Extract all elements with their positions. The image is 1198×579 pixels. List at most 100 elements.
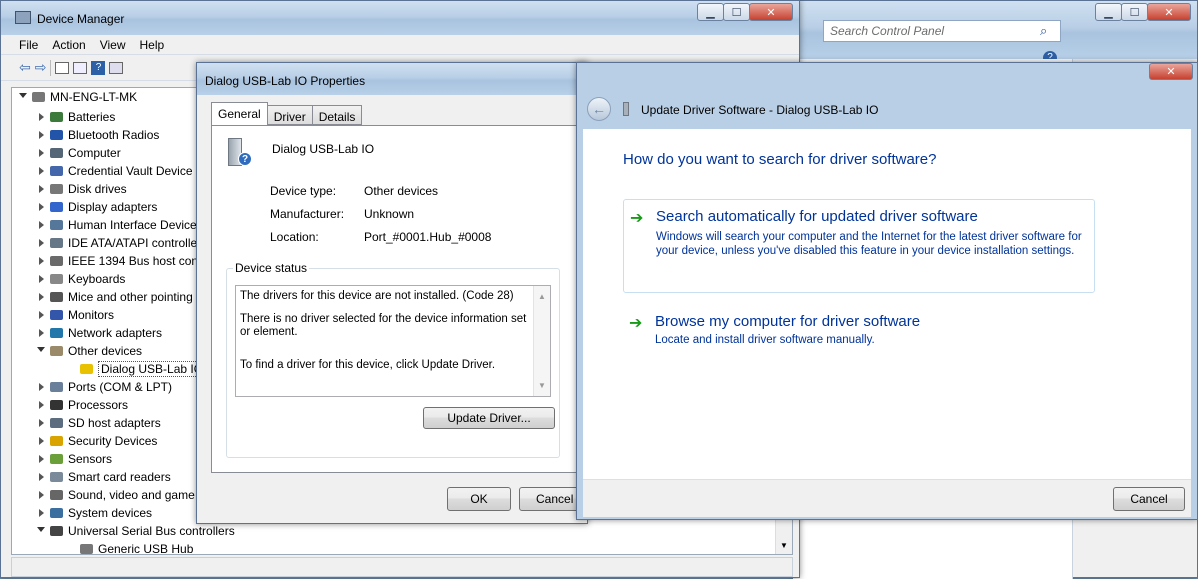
tree-item[interactable]: Processors bbox=[34, 396, 128, 414]
hid-icon bbox=[48, 218, 64, 232]
expand-arrow-icon[interactable] bbox=[34, 491, 48, 499]
expand-arrow-icon[interactable] bbox=[34, 329, 48, 337]
cp-maximize-button[interactable]: ☐ bbox=[1121, 3, 1148, 21]
tree-item-label: Generic USB Hub bbox=[98, 542, 194, 556]
cp-minimize-button[interactable]: ▁ bbox=[1095, 3, 1122, 21]
tree-item-label: Human Interface Device bbox=[68, 218, 197, 232]
device-status-label: Device status bbox=[233, 261, 310, 275]
keyboard-icon bbox=[48, 272, 64, 286]
tree-item[interactable]: SD host adapters bbox=[34, 414, 161, 432]
expand-arrow-icon[interactable] bbox=[34, 437, 48, 445]
expand-arrow-icon[interactable] bbox=[34, 221, 48, 229]
tree-item[interactable]: Disk drives bbox=[34, 180, 127, 198]
maximize-button[interactable]: ☐ bbox=[723, 3, 750, 21]
collapse-arrow-icon[interactable] bbox=[34, 526, 48, 536]
ok-button[interactable]: OK bbox=[447, 487, 511, 511]
search-icon[interactable]: ⌕ bbox=[1040, 23, 1060, 39]
expand-arrow-icon[interactable] bbox=[34, 149, 48, 157]
field-row: Location: Port_#0001.Hub_#0008 bbox=[270, 230, 570, 244]
expand-arrow-icon[interactable] bbox=[34, 185, 48, 193]
show-hide-tree-icon[interactable] bbox=[55, 61, 70, 74]
ok-label: OK bbox=[470, 492, 488, 506]
expand-arrow-icon[interactable] bbox=[34, 419, 48, 427]
tree-item[interactable]: MN-ENG-LT-MK bbox=[16, 88, 137, 106]
option-browse-computer[interactable]: ➔ Browse my computer for driver software… bbox=[623, 309, 1095, 359]
back-arrow-icon[interactable]: ← bbox=[587, 97, 611, 121]
tab-details[interactable]: Details bbox=[312, 105, 363, 125]
tree-item[interactable]: Display adapters bbox=[34, 198, 157, 216]
option-search-automatically[interactable]: ➔ Search automatically for updated drive… bbox=[623, 199, 1095, 293]
security-icon bbox=[48, 434, 64, 448]
menu-item-action[interactable]: Action bbox=[52, 38, 85, 52]
tree-item[interactable]: Computer bbox=[34, 144, 121, 162]
field-value: Other devices bbox=[364, 184, 439, 198]
update-driver-toolbar-icon[interactable] bbox=[109, 61, 124, 74]
tree-item[interactable]: Batteries bbox=[34, 108, 115, 126]
expand-arrow-icon[interactable] bbox=[34, 275, 48, 283]
cancel-button[interactable]: Cancel bbox=[519, 487, 583, 511]
expand-arrow-icon[interactable] bbox=[34, 257, 48, 265]
tree-item-label: System devices bbox=[68, 506, 153, 520]
tree-item[interactable]: Other devices bbox=[34, 342, 142, 360]
update-driver-button[interactable]: Update Driver... bbox=[423, 407, 555, 429]
expand-arrow-icon[interactable] bbox=[34, 401, 48, 409]
tree-item[interactable]: Smart card readers bbox=[34, 468, 171, 486]
warning-device-icon: ? bbox=[226, 138, 254, 168]
expand-arrow-icon[interactable] bbox=[34, 131, 48, 139]
expand-arrow-icon[interactable] bbox=[34, 311, 48, 319]
search-box[interactable]: Search Control Panel ⌕ bbox=[823, 20, 1061, 42]
collapse-arrow-icon[interactable] bbox=[34, 346, 48, 356]
disk-icon bbox=[48, 182, 64, 196]
tree-item-label: Display adapters bbox=[68, 200, 158, 214]
properties-dialog: Dialog USB-Lab IO Properties General Dri… bbox=[196, 62, 588, 524]
device-name: Dialog USB-Lab IO bbox=[272, 142, 375, 156]
tree-item[interactable]: IDE ATA/ATAPI controllers bbox=[34, 234, 207, 252]
expand-arrow-icon[interactable] bbox=[34, 509, 48, 517]
tree-item[interactable]: Ports (COM & LPT) bbox=[34, 378, 172, 396]
status-scrollbar[interactable]: ▲ ▼ bbox=[533, 286, 550, 396]
device-status-group: Device status The drivers for this devic… bbox=[226, 261, 560, 458]
properties-icon[interactable] bbox=[73, 61, 88, 74]
collapse-arrow-icon[interactable] bbox=[16, 92, 30, 102]
forward-icon[interactable]: ⇨ bbox=[35, 59, 47, 76]
back-icon[interactable]: ⇦ bbox=[19, 59, 31, 76]
computer-root-icon bbox=[30, 90, 46, 104]
expand-arrow-icon[interactable] bbox=[34, 473, 48, 481]
expand-arrow-icon[interactable] bbox=[34, 383, 48, 391]
tree-item[interactable]: Universal Serial Bus controllers bbox=[34, 522, 235, 540]
tree-item[interactable]: Credential Vault Device bbox=[34, 162, 193, 180]
menu-item-file[interactable]: File bbox=[19, 38, 38, 52]
tab-general[interactable]: General bbox=[211, 102, 268, 125]
status-bar bbox=[11, 557, 793, 577]
search-input[interactable]: Search Control Panel bbox=[824, 24, 1040, 38]
menu-item-view[interactable]: View bbox=[100, 38, 126, 52]
tab-driver[interactable]: Driver bbox=[267, 105, 313, 125]
expand-arrow-icon[interactable] bbox=[34, 113, 48, 121]
update-cancel-button[interactable]: Cancel bbox=[1113, 487, 1185, 511]
expand-arrow-icon[interactable] bbox=[34, 167, 48, 175]
tree-item[interactable]: Network adapters bbox=[34, 324, 162, 342]
tree-item[interactable]: Security Devices bbox=[34, 432, 157, 450]
tree-item[interactable]: Dialog USB-Lab IO bbox=[64, 360, 207, 378]
menu-item-help[interactable]: Help bbox=[140, 38, 165, 52]
expand-arrow-icon[interactable] bbox=[34, 239, 48, 247]
help-toolbar-icon[interactable]: ? bbox=[91, 60, 106, 75]
update-driver-dialog: ✕ ← Update Driver Software - Dialog USB-… bbox=[576, 62, 1198, 520]
tree-item[interactable]: Sensors bbox=[34, 450, 112, 468]
cp-close-button[interactable]: ✕ bbox=[1147, 3, 1191, 21]
update-close-button[interactable]: ✕ bbox=[1149, 63, 1193, 80]
tree-item[interactable]: Human Interface Device bbox=[34, 216, 197, 234]
tree-item[interactable]: Monitors bbox=[34, 306, 114, 324]
credential-icon bbox=[48, 164, 64, 178]
tree-item[interactable]: Generic USB Hub bbox=[64, 540, 193, 558]
expand-arrow-icon[interactable] bbox=[34, 293, 48, 301]
tree-item[interactable]: Bluetooth Radios bbox=[34, 126, 159, 144]
device-manager-titlebar: Device Manager ▁ ☐ ✕ bbox=[1, 1, 799, 35]
expand-arrow-icon[interactable] bbox=[34, 203, 48, 211]
close-button[interactable]: ✕ bbox=[749, 3, 793, 21]
tree-item-label: Credential Vault Device bbox=[68, 164, 193, 178]
tree-item[interactable]: System devices bbox=[34, 504, 152, 522]
expand-arrow-icon[interactable] bbox=[34, 455, 48, 463]
tree-item[interactable]: Keyboards bbox=[34, 270, 125, 288]
minimize-button[interactable]: ▁ bbox=[697, 3, 724, 21]
